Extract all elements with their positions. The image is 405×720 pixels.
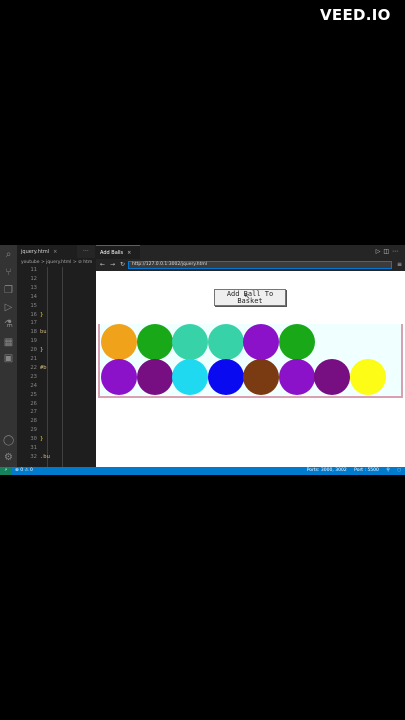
notifications-icon[interactable]: ◌: [397, 468, 401, 473]
line-number: 19: [30, 338, 37, 345]
line-number: 23: [30, 373, 37, 380]
close-icon[interactable]: ×: [127, 250, 131, 256]
more-icon[interactable]: ⋯: [392, 248, 401, 255]
explorer-icon[interactable]: ❐: [3, 285, 14, 296]
line-number: 14: [30, 293, 37, 300]
line-number: 24: [30, 382, 37, 389]
code-line: }: [40, 347, 44, 354]
more-actions-icon[interactable]: ···: [83, 248, 89, 255]
breadcrumb: youtube > jquery.html > ⊘ htm: [21, 260, 93, 265]
line-number-gutter: 11 12 13 14 15 16 17 18 19 20 21 22 23 24 25 26 27 28 29 30…: [17, 267, 39, 467]
refresh-icon[interactable]: ↻: [120, 261, 125, 268]
feedback-icon[interactable]: ⚲: [386, 468, 389, 473]
code-line: }: [40, 436, 44, 443]
browser-nav-bar: ← → ↻ http://127.0.0.1:3002/jquery.html …: [96, 259, 405, 271]
extensions-icon[interactable]: ▦: [3, 337, 14, 348]
watermark: VEED.IO: [320, 6, 391, 24]
line-number: 22: [30, 364, 37, 371]
preview-tab-bar: Add Balls × ▷◫⋯: [96, 245, 405, 259]
line-number: 18: [30, 329, 37, 336]
line-number: 30: [30, 436, 37, 443]
remote-indicator[interactable]: ⚡: [0, 467, 12, 475]
mouse-cursor-icon: ↖: [244, 292, 251, 301]
line-number: 13: [30, 284, 37, 291]
run-debug-icon[interactable]: ▷: [3, 302, 14, 313]
split-editor-icon[interactable]: ◫: [383, 248, 392, 255]
ball: [172, 324, 208, 360]
line-number: 17: [30, 320, 37, 327]
testing-icon[interactable]: ⚗: [3, 319, 14, 330]
ball: [101, 324, 137, 360]
tab-jquery-html[interactable]: jquery.html ×: [17, 245, 77, 259]
ball: [207, 324, 244, 360]
tab-label: Add Balls: [100, 250, 124, 256]
status-right: Ports: 3000, 3002 Port : 5500 ⚲ ◌: [307, 467, 401, 475]
line-number: 11: [30, 267, 37, 273]
status-bar: ⚡ ⊗ 0 ⚠ 0 Ports: 3000, 3002 Port : 5500 …: [0, 467, 405, 475]
line-number: 15: [30, 302, 37, 309]
code-area[interactable]: } bu} #b} .bu: [40, 267, 95, 467]
code-line: }: [40, 311, 44, 318]
code-line: bu: [40, 329, 47, 336]
ports-indicator[interactable]: Ports: 3000, 3002: [307, 468, 347, 473]
ball: [207, 359, 244, 395]
preview-panel: Add Balls × ▷◫⋯ ← → ↻ http://127.0.0.1:30…: [96, 245, 405, 467]
vscode-window: ⌕ ⑂ ❐ ▷ ⚗ ▦ ▣ ◯ ⚙ jquery.html × ··· youtu…: [0, 245, 405, 475]
close-icon[interactable]: ×: [53, 249, 57, 255]
editor-actions: ▷◫⋯: [376, 248, 401, 255]
url-bar[interactable]: http://127.0.0.1:3002/jquery.html: [128, 261, 392, 269]
source-control-icon[interactable]: ⑂: [3, 267, 14, 278]
forward-icon[interactable]: →: [110, 261, 115, 268]
line-number: 20: [30, 347, 37, 354]
line-number: 16: [30, 311, 37, 318]
code-line: .bu: [40, 453, 50, 460]
search-icon[interactable]: ⌕: [3, 249, 14, 260]
ball: [243, 324, 279, 360]
line-number: 12: [30, 275, 37, 282]
line-number: 25: [30, 391, 37, 398]
account-icon[interactable]: ◯: [3, 435, 14, 446]
line-number: 28: [30, 418, 37, 425]
line-number: 27: [30, 409, 37, 416]
line-number: 26: [30, 400, 37, 407]
ball: [243, 359, 279, 395]
problems-indicator[interactable]: ⊗ 0 ⚠ 0: [15, 467, 33, 475]
line-number: 29: [30, 427, 37, 434]
ball: [278, 324, 315, 360]
ball: [172, 359, 208, 395]
activity-bar: ⌕ ⑂ ❐ ▷ ⚗ ▦ ▣ ◯ ⚙: [0, 245, 17, 467]
line-number: 31: [30, 445, 37, 451]
preview-page: Add Ball To Basket ↖: [96, 271, 405, 467]
line-number: 32: [30, 453, 37, 460]
code-line: #b: [40, 364, 47, 371]
ball: [136, 324, 173, 360]
ball: [349, 359, 386, 395]
editor-tab-bar: jquery.html × ···: [17, 245, 95, 259]
ball: [136, 359, 173, 395]
tab-add-balls[interactable]: Add Balls ×: [96, 245, 140, 259]
menu-icon[interactable]: ≡: [397, 261, 402, 268]
ball: [101, 359, 137, 395]
ball: [314, 359, 350, 395]
ball: [278, 359, 315, 395]
video-frame: VEED.IO ⌕ ⑂ ❐ ▷ ⚗ ▦ ▣ ◯ ⚙ jquery.html × ·…: [0, 0, 405, 720]
basket: [98, 324, 403, 398]
live-server-indicator[interactable]: Port : 5500: [354, 468, 379, 473]
tab-label: jquery.html: [21, 249, 50, 255]
line-number: 21: [30, 356, 37, 362]
remote-explorer-icon[interactable]: ▣: [3, 353, 14, 364]
back-icon[interactable]: ←: [100, 261, 105, 268]
settings-gear-icon[interactable]: ⚙: [3, 452, 14, 463]
